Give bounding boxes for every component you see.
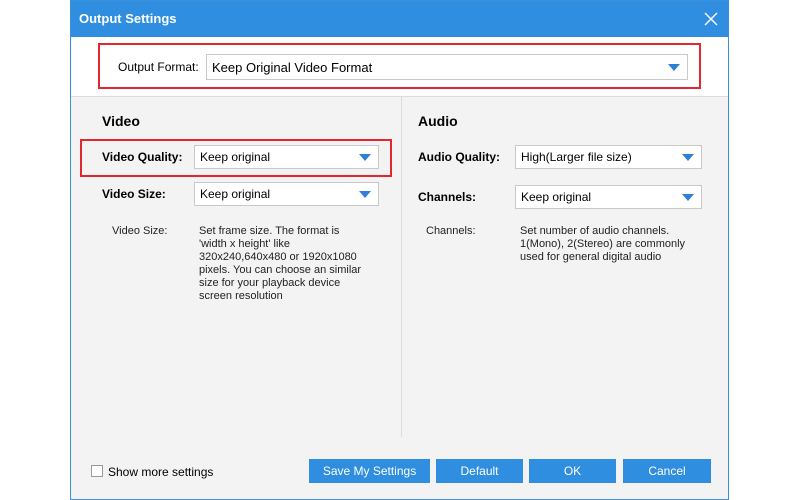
video-heading: Video (102, 113, 140, 129)
video-quality-select[interactable]: Keep original (194, 145, 379, 169)
help-line: Set number of audio channels. (520, 225, 670, 237)
video-quality-value: Keep original (200, 150, 271, 164)
output-format-value: Keep Original Video Format (212, 60, 373, 75)
video-help-label: Video Size: (112, 225, 168, 237)
help-line: Set frame size. The format is (199, 225, 340, 237)
chevron-down-icon (668, 64, 680, 71)
channels-label: Channels: (418, 190, 477, 204)
dialog-title: Output Settings (79, 11, 177, 26)
output-settings-dialog: Output Settings Output Format: Keep Orig… (70, 0, 729, 500)
chevron-down-icon (359, 191, 371, 198)
output-format-row: Output Format: Keep Original Video Forma… (71, 37, 728, 97)
title-bar: Output Settings (71, 1, 728, 37)
audio-quality-select[interactable]: High(Larger file size) (515, 145, 702, 169)
video-size-value: Keep original (200, 187, 271, 201)
output-format-select[interactable]: Keep Original Video Format (206, 54, 688, 80)
audio-help-label: Channels: (426, 225, 476, 237)
audio-heading: Audio (418, 113, 458, 129)
dialog-footer: Show more settings Save My Settings Defa… (71, 439, 728, 500)
save-my-settings-button[interactable]: Save My Settings (309, 459, 430, 483)
close-button[interactable] (702, 10, 720, 28)
help-line: size for your playback device (199, 277, 341, 289)
video-quality-label: Video Quality: (102, 150, 183, 164)
close-icon (704, 12, 718, 26)
help-line: pixels. You can choose an similar (199, 264, 362, 276)
audio-help-text: Set number of audio channels. 1(Mono), 2… (520, 225, 685, 264)
video-help-text: Set frame size. The format is 'width x h… (199, 225, 361, 303)
ok-button[interactable]: OK (529, 459, 616, 483)
output-format-label: Output Format: (118, 60, 199, 74)
audio-quality-label: Audio Quality: (418, 150, 500, 164)
help-line: 1(Mono), 2(Stereo) are commonly (520, 238, 686, 250)
chevron-down-icon (682, 154, 694, 161)
video-size-label: Video Size: (102, 187, 166, 201)
chevron-down-icon (682, 194, 694, 201)
channels-select[interactable]: Keep original (515, 185, 702, 209)
help-line: screen resolution (199, 290, 283, 302)
video-size-select[interactable]: Keep original (194, 182, 379, 206)
audio-quality-value: High(Larger file size) (521, 150, 632, 164)
help-line: 320x240,640x480 or 1920x1080 (199, 251, 357, 263)
cancel-button[interactable]: Cancel (623, 459, 711, 483)
chevron-down-icon (359, 154, 371, 161)
help-line: 'width x height' like (199, 238, 291, 250)
pane-divider (401, 97, 402, 437)
show-more-label[interactable]: Show more settings (108, 465, 213, 479)
help-line: used for general digital audio (520, 251, 662, 263)
show-more-checkbox[interactable] (91, 465, 103, 477)
channels-value: Keep original (521, 190, 592, 204)
default-button[interactable]: Default (436, 459, 523, 483)
